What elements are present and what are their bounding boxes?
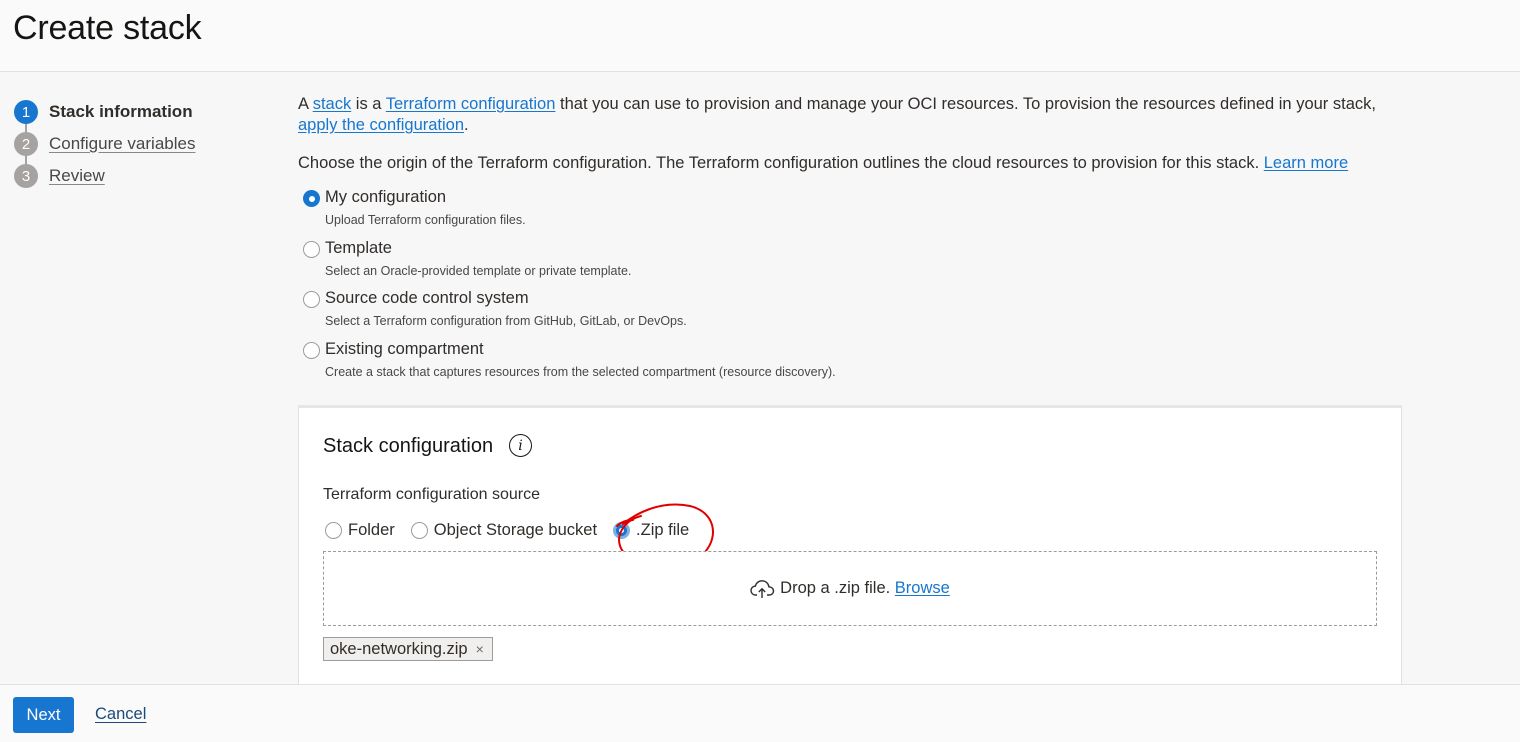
radio-unselected-icon[interactable] <box>303 240 320 258</box>
source-option-label: Object Storage bucket <box>433 521 598 539</box>
source-label: Terraform configuration source <box>323 486 540 503</box>
radio-description: Select a Terraform configuration from Gi… <box>325 314 687 328</box>
stack-link[interactable]: stack <box>313 95 352 113</box>
step-configure-variables[interactable]: 2 Configure variables <box>14 128 195 160</box>
origin-template[interactable]: Template Select an Oracle-provided templ… <box>303 239 1408 290</box>
intro-text: A <box>298 95 313 113</box>
origin-paragraph: Choose the origin of the Terraform confi… <box>298 153 1408 174</box>
radio-title: Existing compartment <box>325 339 484 358</box>
intro-paragraph: A stack is a Terraform configuration tha… <box>298 94 1408 136</box>
zip-dropzone[interactable]: Drop a .zip file. Browse <box>323 551 1377 626</box>
radio-description: Select an Oracle-provided template or pr… <box>325 263 632 278</box>
step-label: Review <box>49 166 105 185</box>
step-review[interactable]: 3 Review <box>14 160 195 192</box>
origin-radio-group: My configuration Upload Terraform config… <box>303 188 1408 390</box>
wizard-steps: 1 Stack information 2 Configure variable… <box>14 96 195 192</box>
radio-title: Template <box>325 238 392 257</box>
uploaded-file-chip: oke-networking.zip × <box>323 637 493 661</box>
intro-text: that you can use to provision and manage… <box>555 95 1376 113</box>
page-footer: Next Cancel <box>0 684 1520 742</box>
source-folder[interactable]: Folder <box>325 521 395 540</box>
learn-more-link[interactable]: Learn more <box>1264 154 1348 172</box>
terraform-configuration-link[interactable]: Terraform configuration <box>386 95 556 113</box>
apply-configuration-link[interactable]: apply the configuration <box>298 116 464 134</box>
step-number: 3 <box>14 164 38 188</box>
origin-existing-compartment[interactable]: Existing compartment Create a stack that… <box>303 340 1408 391</box>
drop-text: Drop a .zip file. <box>780 579 891 597</box>
step-label: Configure variables <box>49 134 196 153</box>
next-button[interactable]: Next <box>13 697 74 733</box>
intro-text: . <box>464 116 469 134</box>
radio-unselected-icon[interactable] <box>303 291 320 308</box>
origin-text: Choose the origin of the Terraform confi… <box>298 154 1264 172</box>
step-stack-information[interactable]: 1 Stack information <box>14 96 195 128</box>
main-content: A stack is a Terraform configuration tha… <box>298 94 1408 390</box>
intro-text: is a <box>351 95 386 113</box>
step-number: 1 <box>14 100 38 124</box>
radio-unselected-icon[interactable] <box>303 341 320 359</box>
remove-file-icon[interactable]: × <box>476 641 484 657</box>
radio-selected-icon[interactable] <box>303 190 320 207</box>
create-stack-page: Create stack 1 Stack information 2 Confi… <box>0 0 1520 742</box>
info-icon[interactable]: i <box>509 434 532 457</box>
panel-title: Stack configuration <box>323 435 494 457</box>
page-header: Create stack <box>0 0 1520 72</box>
radio-unselected-icon[interactable] <box>325 522 342 539</box>
step-label: Stack information <box>49 102 193 121</box>
radio-description: Create a stack that captures resources f… <box>325 364 836 379</box>
file-name: oke-networking.zip <box>330 639 468 658</box>
radio-description: Upload Terraform configuration files. <box>325 213 526 227</box>
stack-configuration-panel: Stack configuration i Terraform configur… <box>298 405 1402 705</box>
radio-title: Source code control system <box>325 289 529 307</box>
origin-my-configuration[interactable]: My configuration Upload Terraform config… <box>303 188 1408 239</box>
browse-link[interactable]: Browse <box>895 579 950 598</box>
step-number: 2 <box>14 132 38 156</box>
origin-source-code-control[interactable]: Source code control system Select a Terr… <box>303 289 1408 340</box>
source-option-label: Folder <box>348 521 395 539</box>
source-object-storage-bucket[interactable]: Object Storage bucket <box>410 521 598 540</box>
page-title: Create stack <box>13 9 202 47</box>
cloud-upload-icon <box>750 579 775 598</box>
cancel-link[interactable]: Cancel <box>95 705 146 724</box>
radio-unselected-icon[interactable] <box>410 522 428 539</box>
radio-title: My configuration <box>325 188 447 206</box>
